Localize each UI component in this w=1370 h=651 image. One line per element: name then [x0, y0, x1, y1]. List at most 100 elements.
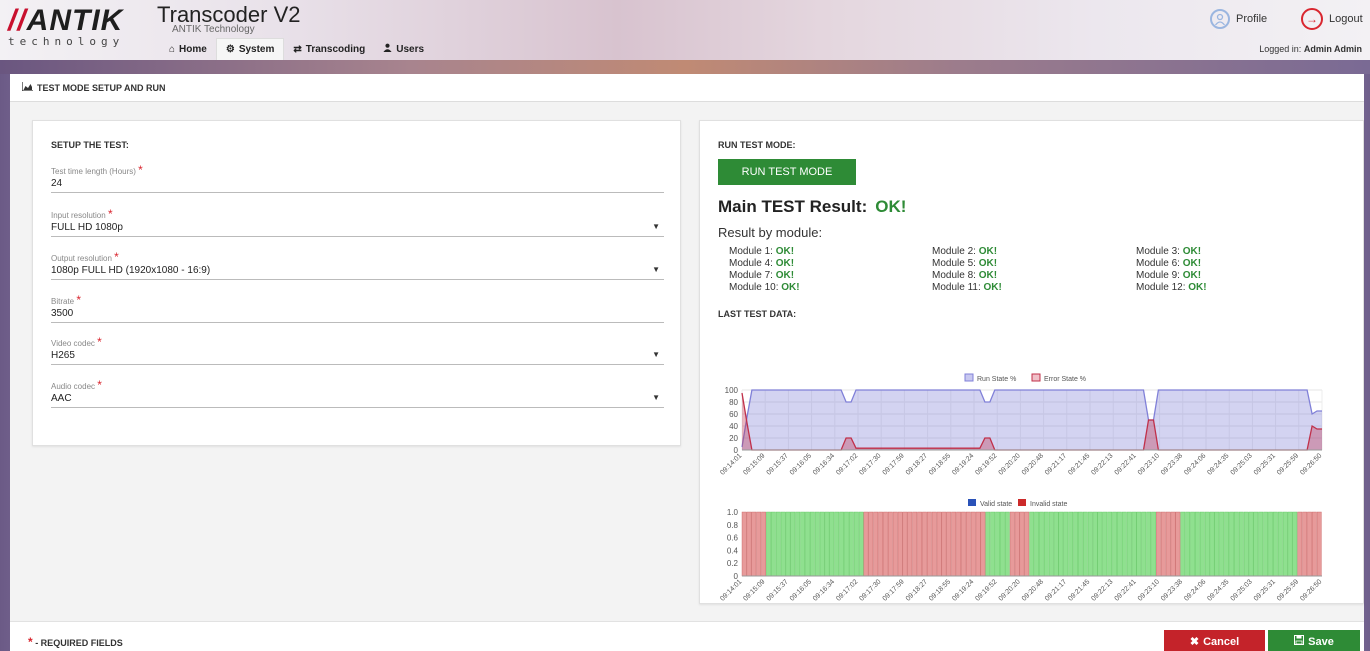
- close-icon: ✖: [1189, 636, 1200, 648]
- bitrate-label: Bitrate: [51, 297, 75, 306]
- y-tick-label: 40: [729, 422, 738, 431]
- nav-home-label: Home: [179, 43, 207, 55]
- x-tick-label: 09:23:10: [1137, 452, 1161, 476]
- x-tick-label: 09:21:17: [1044, 578, 1068, 602]
- test-time-value: 24: [51, 178, 63, 189]
- state-bar: [892, 511, 898, 577]
- x-tick-label: 09:17:02: [835, 452, 859, 476]
- state-bar: [1107, 511, 1113, 577]
- antik-logo[interactable]: //ANTIK technology: [8, 6, 148, 50]
- state-bar: [766, 511, 771, 577]
- x-tick-label: 09:16:34: [812, 452, 836, 476]
- last-test-data-label: LAST TEST DATA:: [718, 309, 797, 319]
- state-bar: [1180, 511, 1186, 577]
- x-tick-label: 09:17:59: [882, 578, 906, 602]
- state-bar: [1160, 511, 1166, 577]
- state-bar: [975, 511, 981, 577]
- y-tick-label: 1.0: [727, 508, 739, 517]
- legend-swatch: [964, 373, 974, 382]
- input-resolution-label: Input resolution: [51, 211, 106, 220]
- nav-users[interactable]: Users: [374, 38, 433, 60]
- legend-swatch: [1018, 499, 1026, 506]
- state-bar: [849, 511, 854, 577]
- state-bar: [1253, 511, 1259, 577]
- state-bar: [995, 511, 1000, 577]
- user-icon: [383, 43, 392, 55]
- x-tick-label: 09:20:20: [998, 452, 1022, 476]
- module-result: Module 2: OK!: [932, 246, 998, 257]
- x-tick-label: 09:15:09: [742, 452, 766, 476]
- x-tick-label: 09:15:37: [766, 578, 790, 602]
- x-tick-label: 09:18:27: [905, 578, 929, 602]
- x-tick-label: 09:20:20: [998, 578, 1022, 602]
- state-bar: [927, 511, 932, 577]
- video-codec-select[interactable]: Video codec * H265 ▼: [51, 335, 664, 365]
- x-tick-label: 09:24:35: [1206, 452, 1230, 476]
- state-bar: [1039, 511, 1044, 577]
- state-bar: [966, 511, 971, 577]
- state-bar: [1316, 511, 1322, 577]
- state-bar: [1146, 511, 1152, 577]
- x-tick-label: 09:19:24: [951, 578, 975, 602]
- bitrate-field[interactable]: Bitrate * 3500: [51, 293, 664, 323]
- y-tick-label: 0.2: [727, 559, 739, 568]
- state-bar: [1234, 511, 1239, 577]
- input-resolution-select[interactable]: Input resolution * FULL HD 1080p ▼: [51, 207, 664, 237]
- state-bar: [1000, 511, 1005, 577]
- state-bar: [863, 511, 869, 577]
- state-bar: [951, 511, 957, 577]
- x-tick-label: 09:24:06: [1183, 452, 1207, 476]
- module-result: Module 3: OK!: [1136, 246, 1202, 257]
- state-bar: [936, 511, 942, 577]
- x-tick-label: 09:20:48: [1021, 452, 1045, 476]
- state-bar: [1292, 511, 1298, 577]
- state-bar: [746, 511, 752, 577]
- state-bar: [1073, 511, 1078, 577]
- state-bar: [1092, 511, 1098, 577]
- nav-home[interactable]: ⌂ Home: [160, 38, 216, 60]
- state-bar: [907, 511, 913, 577]
- form-footer: * - REQUIRED FIELDS ✖ Cancel Save: [10, 621, 1364, 651]
- test-time-field[interactable]: Test time length (Hours) * 24: [51, 163, 664, 193]
- state-bar: [1243, 511, 1249, 577]
- state-bar: [1263, 511, 1268, 577]
- nav-system[interactable]: ⚙ System: [215, 38, 285, 60]
- logout-link[interactable]: → Logout: [1301, 8, 1363, 30]
- module-result: Module 9: OK!: [1136, 270, 1202, 281]
- output-resolution-select[interactable]: Output resolution * 1080p FULL HD (1920x…: [51, 250, 664, 280]
- video-codec-label: Video codec: [51, 339, 95, 348]
- logged-in-info: Logged in: Admin Admin: [1259, 44, 1362, 54]
- state-bar: [1087, 511, 1093, 577]
- state-bar: [1117, 511, 1122, 577]
- state-bar: [1078, 511, 1083, 577]
- state-bar: [1190, 511, 1195, 577]
- profile-link[interactable]: Profile: [1210, 9, 1267, 29]
- run-test-mode-button[interactable]: RUN TEST MODE: [718, 159, 856, 185]
- x-tick-label: 09:22:41: [1114, 578, 1138, 602]
- save-button[interactable]: Save: [1268, 630, 1360, 651]
- y-tick-label: 20: [729, 434, 738, 443]
- state-bar: [1165, 511, 1171, 577]
- x-tick-label: 09:21:17: [1044, 452, 1068, 476]
- main-result-label: Main TEST Result:: [718, 197, 868, 216]
- x-tick-label: 09:19:52: [974, 452, 998, 476]
- state-bar: [839, 511, 844, 577]
- legend-label: Run State %: [977, 376, 1016, 383]
- module-result: Module 11: OK!: [932, 282, 1002, 293]
- state-bar: [1258, 511, 1264, 577]
- x-tick-label: 09:22:13: [1090, 578, 1114, 602]
- x-tick-label: 09:22:13: [1090, 452, 1114, 476]
- x-tick-label: 09:23:38: [1160, 452, 1184, 476]
- input-resolution-value: FULL HD 1080p: [51, 222, 123, 233]
- nav-transcoding[interactable]: ⇄ Transcoding: [284, 38, 374, 60]
- state-bar: [931, 511, 937, 577]
- video-codec-value: H265: [51, 350, 75, 361]
- state-bar: [902, 511, 908, 577]
- x-tick-label: 09:24:35: [1206, 578, 1230, 602]
- audio-codec-select[interactable]: Audio codec * AAC ▼: [51, 378, 664, 408]
- state-bar: [1209, 511, 1215, 577]
- state-bar: [805, 511, 810, 577]
- y-tick-label: 100: [725, 386, 739, 395]
- nav-transcoding-label: Transcoding: [305, 43, 366, 55]
- cancel-button[interactable]: ✖ Cancel: [1164, 630, 1265, 651]
